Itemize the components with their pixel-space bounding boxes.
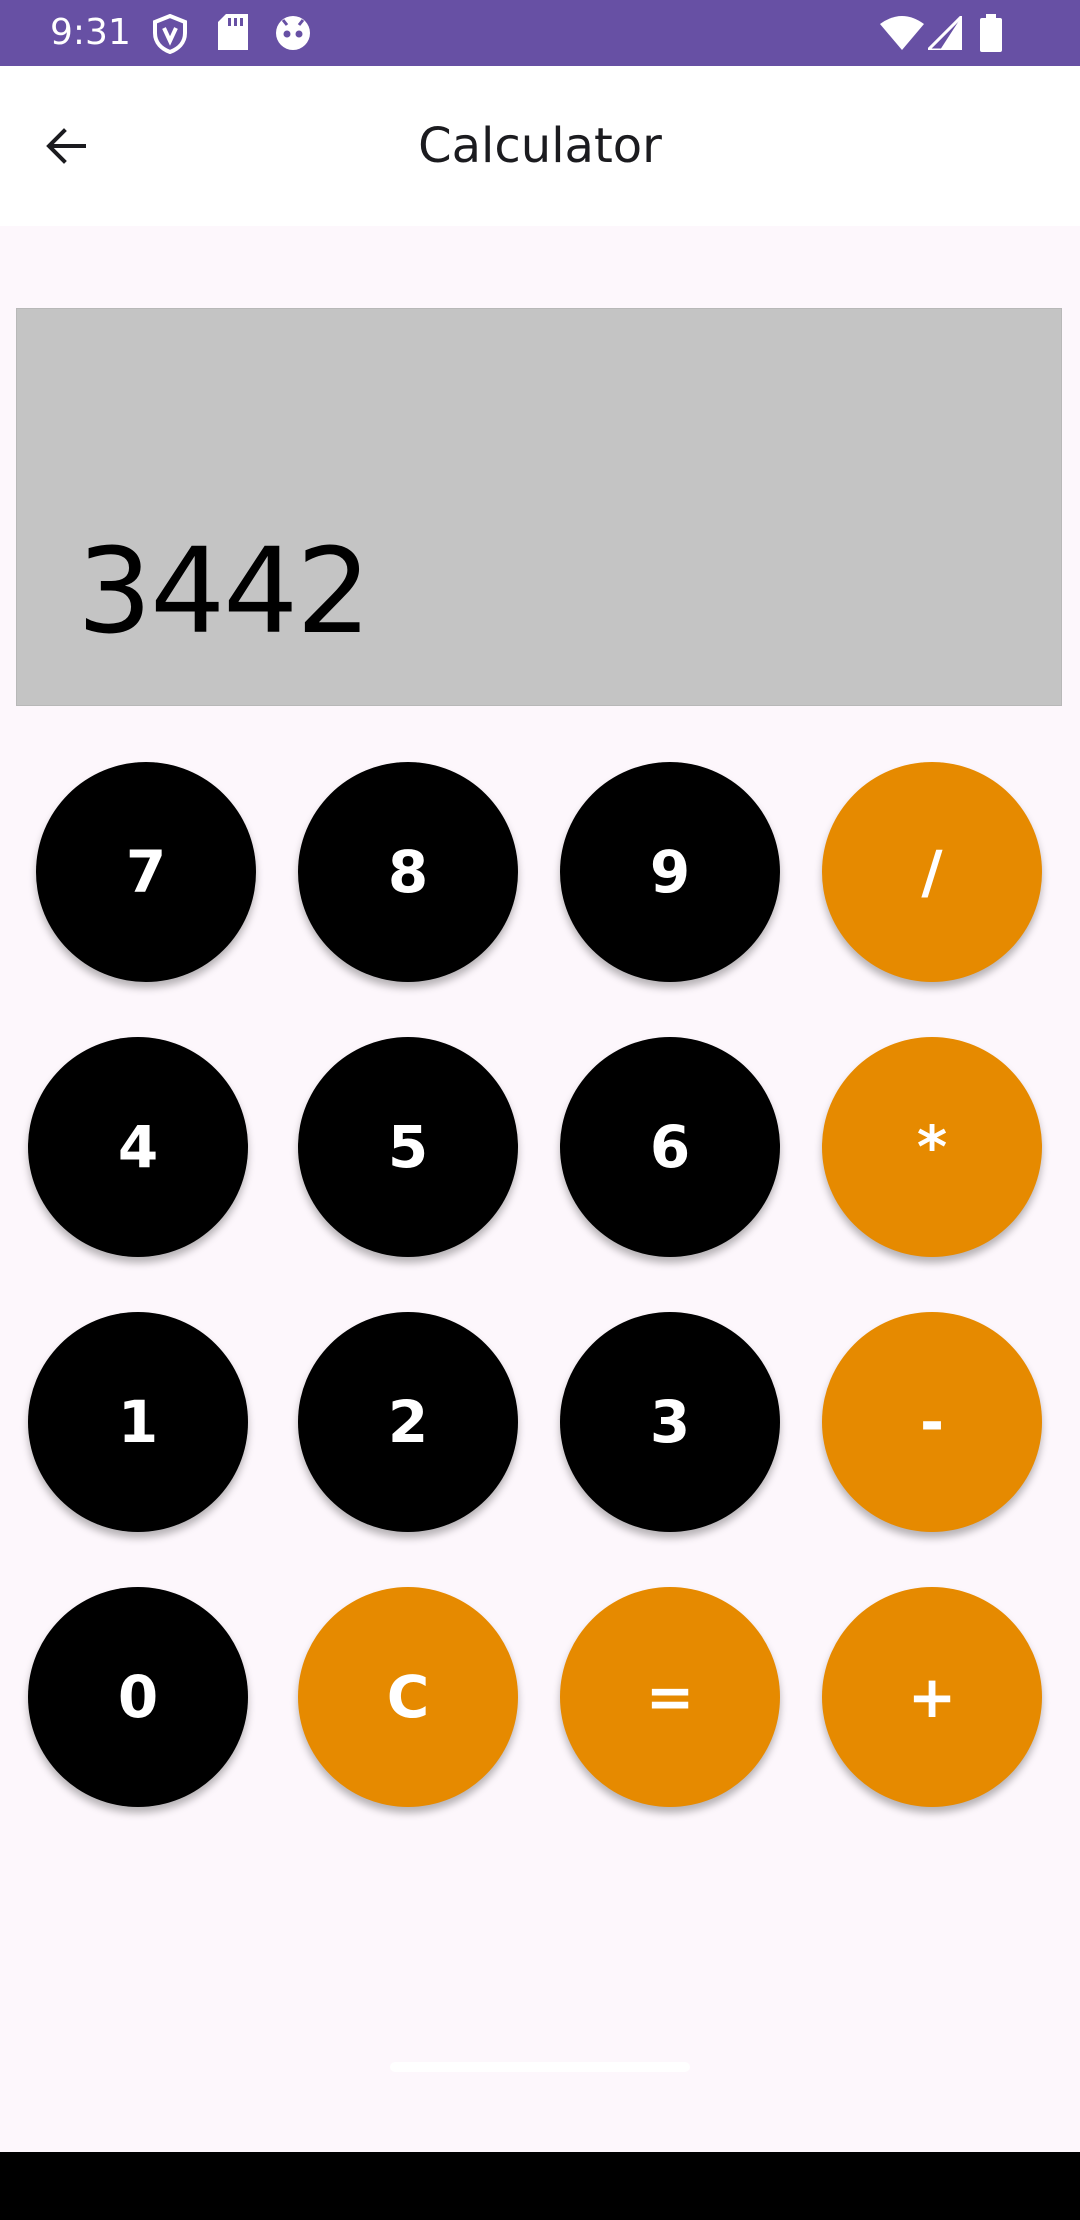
- digit-7-button[interactable]: 7: [36, 762, 256, 982]
- equals-button[interactable]: =: [560, 1587, 780, 1807]
- page-title: Calculator: [418, 118, 662, 174]
- add-button[interactable]: +: [822, 1587, 1042, 1807]
- home-handle[interactable]: [390, 2062, 690, 2072]
- digit-9-button[interactable]: 9: [560, 762, 780, 982]
- divide-button[interactable]: /: [822, 762, 1042, 982]
- calculator-display: 3442: [16, 308, 1062, 706]
- digit-3-button[interactable]: 3: [560, 1312, 780, 1532]
- digit-1-button[interactable]: 1: [28, 1312, 248, 1532]
- status-bar: 9:31: [0, 0, 1080, 66]
- digit-4-button[interactable]: 4: [28, 1037, 248, 1257]
- clear-button[interactable]: C: [298, 1587, 518, 1807]
- wifi-icon: [880, 16, 924, 50]
- display-value: 3442: [77, 522, 371, 660]
- digit-0-button[interactable]: 0: [28, 1587, 248, 1807]
- battery-icon: [980, 14, 1002, 52]
- digit-6-button[interactable]: 6: [560, 1037, 780, 1257]
- vpn-shield-icon: [153, 14, 187, 54]
- sd-card-icon: [218, 14, 248, 50]
- navigation-bar: [0, 2152, 1080, 2220]
- multiply-button[interactable]: *: [822, 1037, 1042, 1257]
- android-face-icon: [276, 16, 310, 50]
- signal-icon: [928, 16, 962, 50]
- status-time: 9:31: [50, 12, 131, 53]
- digit-5-button[interactable]: 5: [298, 1037, 518, 1257]
- digit-2-button[interactable]: 2: [298, 1312, 518, 1532]
- subtract-button[interactable]: -: [822, 1312, 1042, 1532]
- digit-8-button[interactable]: 8: [298, 762, 518, 982]
